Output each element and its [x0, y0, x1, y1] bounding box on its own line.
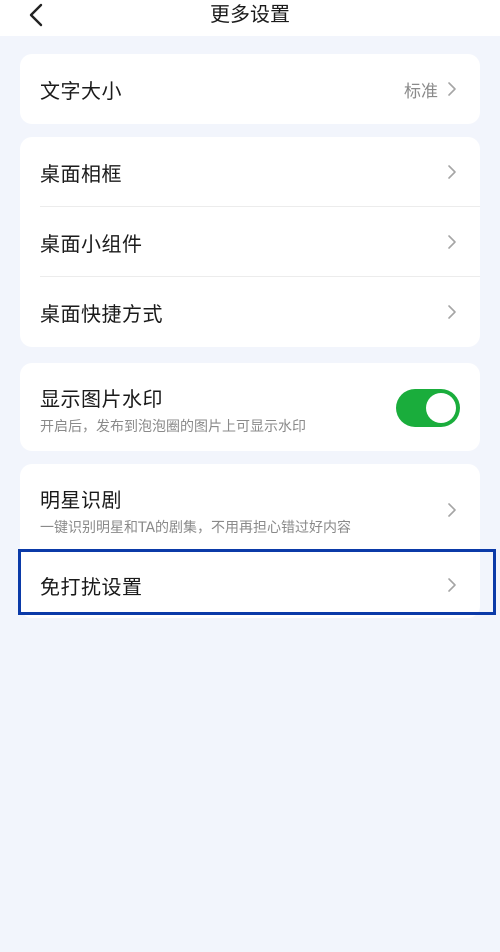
- desktop-widget-label: 桌面小组件: [40, 231, 143, 256]
- font-size-label: 文字大小: [40, 78, 122, 103]
- chevron-right-icon: [446, 81, 458, 97]
- star-recognition-row[interactable]: 明星识剧 一键识别明星和TA的剧集，不用再担心错过好内容: [20, 464, 480, 552]
- chevron-right-icon: [446, 164, 458, 180]
- toggle-knob: [426, 393, 456, 423]
- highlight-box: [18, 549, 496, 615]
- watermark-row: 显示图片水印 开启后，发布到泡泡圈的图片上可显示水印: [20, 363, 480, 451]
- page-title: 更多设置: [210, 2, 290, 26]
- watermark-toggle[interactable]: [396, 389, 460, 427]
- star-recognition-label: 明星识剧: [40, 488, 122, 512]
- watermark-label: 显示图片水印: [40, 387, 163, 411]
- chevron-right-icon: [446, 234, 458, 250]
- desktop-frame-row[interactable]: 桌面相框: [20, 137, 480, 207]
- chevron-right-icon: [446, 502, 458, 518]
- desktop-frame-label: 桌面相框: [40, 161, 122, 186]
- watermark-card: 显示图片水印 开启后，发布到泡泡圈的图片上可显示水印: [20, 363, 480, 451]
- font-size-value: 标准: [404, 81, 438, 102]
- desktop-shortcut-row[interactable]: 桌面快捷方式: [20, 277, 480, 347]
- chevron-right-icon: [446, 304, 458, 320]
- star-recognition-description: 一键识别明星和TA的剧集，不用再担心错过好内容: [40, 520, 352, 536]
- font-size-card: 文字大小 标准: [20, 54, 480, 124]
- desktop-shortcut-label: 桌面快捷方式: [40, 301, 163, 326]
- nav-bar: 更多设置: [0, 0, 500, 36]
- desktop-widget-row[interactable]: 桌面小组件: [20, 207, 480, 277]
- desktop-card: 桌面相框 桌面小组件 桌面快捷方式: [20, 137, 480, 347]
- font-size-row[interactable]: 文字大小 标准: [20, 54, 480, 124]
- watermark-description: 开启后，发布到泡泡圈的图片上可显示水印: [40, 419, 306, 435]
